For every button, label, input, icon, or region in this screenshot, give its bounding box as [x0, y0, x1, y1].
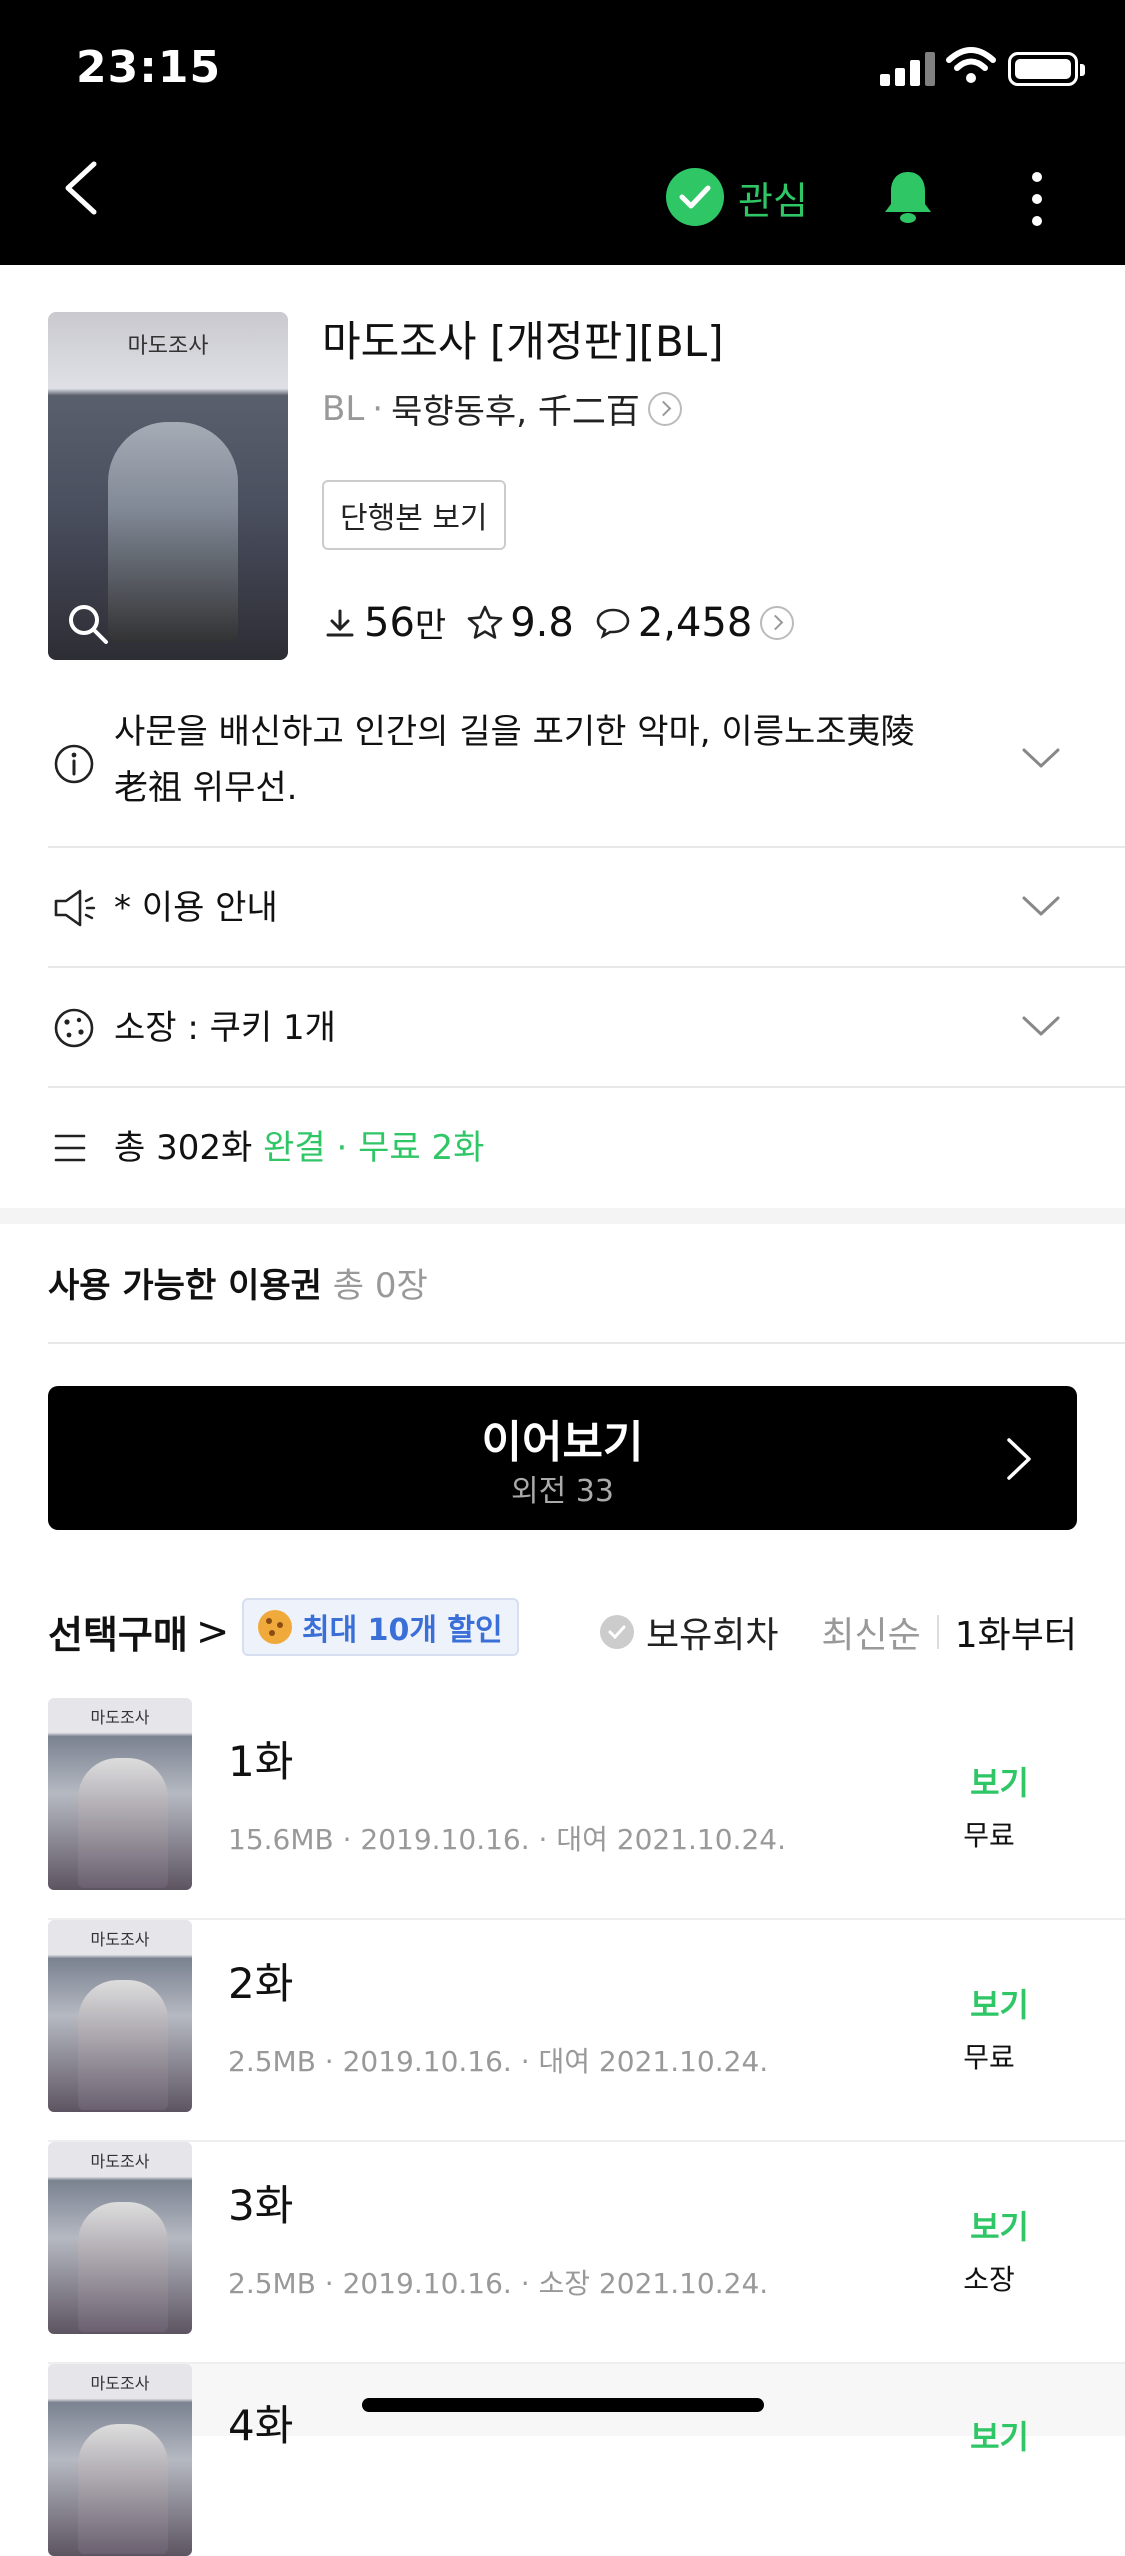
episode-name: 2화 — [228, 1959, 294, 2008]
comment-icon — [596, 608, 630, 639]
episode-price: 무료 — [963, 2041, 1015, 2074]
owned-row[interactable]: 소장 : 쿠키 1개 — [48, 968, 1125, 1088]
select-buy-button[interactable]: 선택구매 > — [48, 1604, 229, 1659]
episode-thumbnail: 마도조사 — [48, 1698, 192, 1890]
episode-name: 4화 — [228, 2401, 294, 2450]
notice-row[interactable]: * 이용 안내 — [48, 848, 1125, 968]
owned-text: 소장 : 쿠키 1개 — [114, 1008, 336, 1048]
continue-reading-button[interactable]: 이어보기 외전 33 — [48, 1386, 1077, 1530]
check-icon — [666, 168, 724, 226]
book-meta[interactable]: BL · 묵향동후, 千二百 — [322, 384, 682, 433]
chevron-down-icon[interactable] — [1021, 746, 1061, 770]
magnifier-icon[interactable] — [66, 602, 110, 646]
complete-status: 완결 — [263, 1128, 326, 1168]
status-time: 23:15 — [76, 42, 222, 93]
chevron-right-icon: > — [195, 1608, 230, 1655]
wifi-icon — [946, 47, 996, 83]
synopsis-text-line1: 사문을 배신하고 인간의 길을 포기한 악마, 이릉노조夷陵 — [114, 712, 915, 752]
continue-label: 이어보기 — [481, 1417, 644, 1468]
tickets-section: 사용 가능한 이용권 총 0장 — [48, 1258, 428, 1307]
battery-icon — [1008, 52, 1085, 86]
notice-text: * 이용 안내 — [114, 888, 278, 928]
author-arrow-icon — [647, 391, 682, 426]
episode-thumbnail: 마도조사 — [48, 2142, 192, 2334]
megaphone-icon — [54, 889, 96, 927]
episode-total-row: 총 302화 완결 · 무료 2화 — [48, 1088, 1125, 1208]
view-button[interactable]: 보기 — [970, 1980, 1029, 2026]
sort-options: 최신순 1화부터 — [821, 1606, 1077, 1658]
episode-price: 소장 — [963, 2263, 1015, 2296]
chevron-right-icon — [1007, 1438, 1031, 1480]
episode-name: 1화 — [228, 1737, 294, 1786]
select-buy-label: 선택구매 — [48, 1613, 188, 1657]
episode-row[interactable]: 마도조사 1화 15.6MB · 2019.10.16. · 대여 2021.1… — [48, 1698, 1125, 1920]
volume-view-button[interactable]: 단행본 보기 — [322, 480, 506, 550]
info-icon — [54, 744, 94, 784]
chevron-down-icon[interactable] — [1021, 1014, 1061, 1038]
check-icon — [600, 1615, 634, 1649]
author-names: 묵향동후, 千二百 — [391, 392, 640, 432]
tickets-count: 총 0장 — [332, 1266, 428, 1306]
cover-title: 마도조사 — [127, 334, 209, 359]
synopsis-row[interactable]: 사문을 배신하고 인간의 길을 포기한 악마, 이릉노조夷陵 老祖 위무선. — [48, 692, 1125, 848]
episode-price: 무료 — [963, 1819, 1015, 1852]
free-episodes: 무료 2화 — [358, 1128, 485, 1168]
episode-row[interactable]: 마도조사 3화 2.5MB · 2019.10.16. · 소장 2021.10… — [48, 2142, 1125, 2364]
episode-info: 15.6MB · 2019.10.16. · 대여 2021.10.24. — [228, 1823, 786, 1856]
discount-badge[interactable]: 최대 10개 할인 — [242, 1598, 519, 1656]
synopsis-text-line2: 老祖 위무선. — [114, 768, 298, 808]
divider — [48, 1342, 1125, 1344]
book-title: 마도조사 [개정판][BL] — [322, 317, 724, 366]
downloads-count: 56 — [364, 599, 415, 646]
signal-icon — [880, 50, 936, 86]
section-gap — [0, 1208, 1125, 1224]
episode-thumbnail: 마도조사 — [48, 1920, 192, 2112]
cookie-icon — [54, 1008, 94, 1048]
sort-latest[interactable]: 최신순 — [821, 1606, 920, 1658]
owned-filter-label: 보유회차 — [646, 1615, 779, 1656]
star-icon — [467, 605, 503, 639]
view-button[interactable]: 보기 — [970, 1758, 1029, 1804]
genre-label: BL — [322, 388, 365, 429]
book-cover[interactable]: 마도조사 — [48, 312, 288, 660]
tickets-label: 사용 가능한 이용권 — [48, 1266, 322, 1306]
episode-row[interactable]: 마도조사 2화 2.5MB · 2019.10.16. · 대여 2021.10… — [48, 1920, 1125, 2142]
episode-thumbnail: 마도조사 — [48, 2364, 192, 2556]
comments-arrow-icon — [760, 605, 795, 640]
interest-label: 관심 — [738, 178, 808, 223]
home-indicator[interactable] — [362, 2398, 764, 2412]
downloads-unit: 만 — [414, 606, 447, 646]
episode-toolbar: 선택구매 > 최대 10개 할인 보유회차 최신순 1화부터 — [48, 1598, 1077, 1658]
cookie-icon — [258, 1610, 292, 1644]
episode-info: 2.5MB · 2019.10.16. · 대여 2021.10.24. — [228, 2045, 769, 2078]
top-bar: 23:15 관심 — [0, 0, 1125, 265]
chevron-down-icon[interactable] — [1021, 894, 1061, 918]
comments-link[interactable]: 2,458 — [594, 600, 795, 646]
more-options-icon[interactable] — [1030, 172, 1044, 238]
continue-sub-label: 외전 33 — [511, 1474, 614, 1509]
interest-button[interactable]: 관심 — [666, 168, 808, 226]
view-button[interactable]: 보기 — [970, 2412, 1029, 2458]
download-icon — [326, 609, 354, 636]
view-button[interactable]: 보기 — [970, 2202, 1029, 2248]
episode-name: 3화 — [228, 2181, 294, 2230]
comment-count: 2,458 — [637, 599, 753, 646]
episode-info: 2.5MB · 2019.10.16. · 소장 2021.10.24. — [228, 2267, 769, 2300]
back-icon[interactable] — [60, 160, 100, 216]
rating-value: 9.8 — [510, 599, 574, 646]
total-episodes: 총 302화 — [114, 1128, 253, 1168]
book-stats: 56 만 9.8 2,458 — [322, 598, 814, 647]
discount-label: 최대 10개 할인 — [302, 1613, 503, 1648]
bell-icon[interactable] — [880, 168, 936, 224]
list-icon — [54, 1134, 86, 1162]
sort-first[interactable]: 1화부터 — [955, 1606, 1077, 1658]
owned-filter-toggle[interactable]: 보유회차 — [600, 1606, 778, 1658]
